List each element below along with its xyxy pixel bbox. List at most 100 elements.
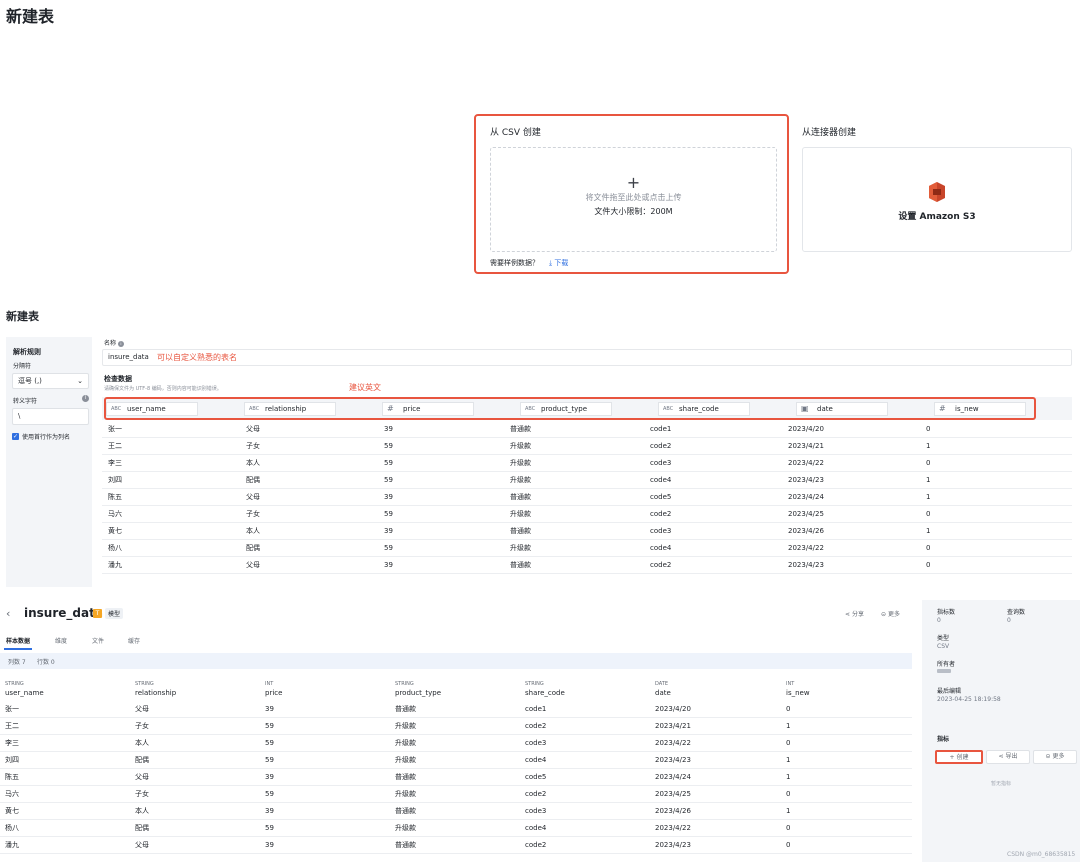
table-cell: 配偶 [246, 476, 260, 484]
table-cell: 2023/4/24 [655, 773, 691, 781]
info-icon[interactable]: i [82, 395, 89, 402]
table-cell: 1 [786, 773, 791, 781]
create-metric-button[interactable]: + 创建 [935, 750, 983, 764]
query-count-label: 查询数 [1007, 609, 1026, 616]
table-cell: code2 [650, 510, 672, 518]
table-cell: 0 [786, 705, 791, 713]
table-cell: 2023/4/21 [788, 442, 824, 450]
table-cell: 本人 [135, 807, 149, 815]
table-cell: 升级款 [510, 476, 531, 484]
table-cell: code1 [650, 425, 672, 433]
tab-cache[interactable]: 缓存 [128, 636, 140, 645]
table-row: 张一 父母 39 普通款 code1 2023/4/20 0 [0, 701, 912, 718]
table-cell: 0 [786, 841, 791, 849]
table-cell: 普通款 [395, 773, 416, 781]
table-row: 潘九 父母 39 普通款 code2 2023/4/23 0 [0, 837, 912, 854]
table-cell: 2023/4/20 [655, 705, 691, 713]
table-row: 黄七 本人 39 普通款 code3 2023/4/26 1 [0, 803, 912, 820]
column-header[interactable]: date [655, 689, 671, 697]
download-icon: ⤓ [549, 259, 553, 267]
tab-dimensions[interactable]: 维度 [55, 636, 67, 645]
table-cell: 本人 [135, 739, 149, 747]
table-cell: code2 [525, 790, 547, 798]
table-cell: code5 [650, 493, 672, 501]
table-cell: 陈五 [108, 493, 122, 501]
delimiter-value: 逗号 (,) [18, 377, 42, 385]
table-cell: 配偶 [135, 824, 149, 832]
drop-hint: 将文件拖至此处或点击上传 [585, 193, 682, 202]
column-header[interactable]: product_type [395, 689, 441, 697]
table-row: 刘四 配偶 59 升级款 code4 2023/4/23 1 [0, 752, 912, 769]
table-cell: 2023/4/22 [655, 739, 691, 747]
table-cell: code3 [650, 527, 672, 535]
table-cell: 升级款 [510, 544, 531, 552]
table-cell: 本人 [246, 527, 260, 535]
delimiter-select[interactable]: 逗号 (,) ⌄ [12, 373, 89, 389]
more-icon: ⊝ [881, 611, 887, 618]
table-cell: 子女 [135, 790, 149, 798]
table-cell: 王二 [108, 442, 122, 450]
column-type: INT [786, 681, 795, 687]
escape-input[interactable]: \ [12, 408, 89, 425]
amazon-s3-card[interactable]: 设置 Amazon S3 [802, 147, 1072, 252]
share-icon: ⋖ [845, 611, 851, 618]
tab-sample-data[interactable]: 样本数据 [6, 636, 30, 645]
table-cell: 0 [926, 544, 931, 552]
table-cell: 本人 [246, 459, 260, 467]
tab-files[interactable]: 文件 [92, 636, 104, 645]
column-name-highlight-box [104, 397, 1036, 420]
table-cell: 2023/4/25 [655, 790, 691, 798]
table-cell: 父母 [246, 493, 260, 501]
column-header[interactable]: share_code [525, 689, 565, 697]
table-cell: 2023/4/24 [788, 493, 824, 501]
table-cell: 0 [786, 739, 791, 747]
table-cell: 59 [384, 510, 393, 518]
chevron-down-icon: ⌄ [77, 377, 83, 385]
table-cell: 陈五 [5, 773, 19, 781]
column-type: INT [265, 681, 274, 687]
table-cell: 2023/4/23 [655, 756, 691, 764]
table-row: 潘九 父母 39 普通款 code2 2023/4/23 0 [102, 557, 1072, 574]
share-button[interactable]: ⋖ 分享 [845, 609, 864, 618]
table-cell: 39 [265, 807, 274, 815]
table-cell: 2023/4/26 [655, 807, 691, 815]
table-cell: 0 [926, 510, 931, 518]
column-header[interactable]: user_name [5, 689, 44, 697]
table-cell: 59 [265, 824, 274, 832]
table-cell: 1 [926, 476, 931, 484]
table-cell: code2 [525, 841, 547, 849]
column-header[interactable]: is_new [786, 689, 810, 697]
table-cell: 潘九 [108, 561, 122, 569]
table-cell: 父母 [135, 841, 149, 849]
download-link[interactable]: ⤓ 下载 [549, 258, 568, 268]
table-cell: code3 [525, 739, 547, 747]
table-cell: 王二 [5, 722, 19, 730]
table-cell: 升级款 [510, 459, 531, 467]
table-cell: 39 [384, 493, 393, 501]
column-header[interactable]: price [265, 689, 282, 697]
table-cell: code2 [650, 442, 672, 450]
table-cell: 2023/4/20 [788, 425, 824, 433]
watermark: CSDN @m0_68635815 [1007, 851, 1076, 858]
column-header[interactable]: relationship [135, 689, 176, 697]
name-input[interactable]: insure_data [102, 349, 1072, 366]
table-cell: 1 [926, 527, 931, 535]
column-type: STRING [5, 681, 24, 687]
table-type-badge: T [93, 609, 102, 618]
more-button[interactable]: ⊝ 更多 [1033, 750, 1077, 764]
table-cell: 0 [786, 790, 791, 798]
header-checkbox[interactable]: ✓ [12, 433, 19, 440]
table-cell: 升级款 [395, 739, 416, 747]
table-cell: 马六 [5, 790, 19, 798]
table-cell: 升级款 [510, 510, 531, 518]
model-badge: 模型 [105, 608, 124, 619]
back-icon[interactable]: ‹ [6, 607, 10, 620]
more-button[interactable]: ⊝ 更多 [881, 609, 900, 618]
export-button[interactable]: ⋖ 导出 [986, 750, 1030, 764]
table-cell: 普通款 [510, 527, 531, 535]
table-cell: 父母 [135, 705, 149, 713]
table-cell: 2023/4/21 [655, 722, 691, 730]
table-stats-bar: 列数 7 行数 0 [0, 653, 912, 669]
csv-dropzone[interactable]: + 将文件拖至此处或点击上传 文件大小限制：200M [490, 147, 777, 252]
table-cell: 张一 [108, 425, 122, 433]
